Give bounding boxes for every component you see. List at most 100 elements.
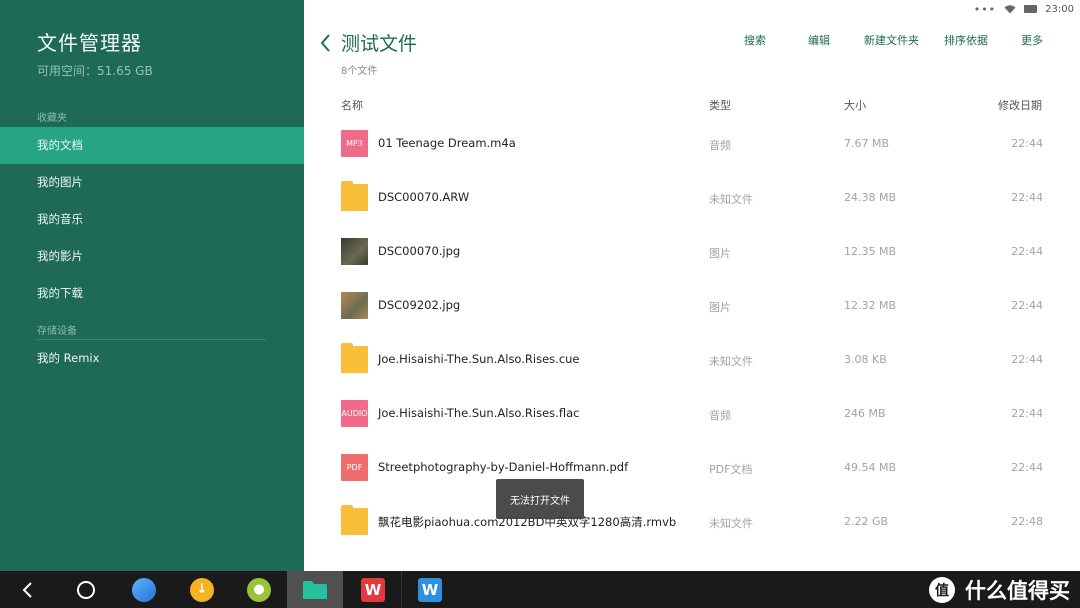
taskbar-app-browser[interactable]	[116, 571, 172, 608]
sidebar-item-movies[interactable]: 我的影片	[0, 238, 304, 275]
file-row[interactable]: 飘花电影piaohua.com2012BD中英双字1280高清.rmvb 未知文件…	[304, 495, 1080, 549]
file-size: 3.08 KB	[844, 353, 887, 366]
sort-button[interactable]: 排序依据	[944, 32, 988, 48]
storage-header: 存储设备	[37, 326, 77, 337]
back-arrow-icon	[22, 581, 32, 598]
audio-file-icon: AUDIO	[341, 400, 368, 427]
file-date: 22:44	[1011, 461, 1043, 474]
file-row[interactable]: PDF Streetphotography-by-Daniel-Hoffmann.…	[304, 441, 1080, 495]
taskbar-app-writer[interactable]: W	[402, 571, 458, 608]
sidebar-item-music[interactable]: 我的音乐	[0, 201, 304, 238]
back-button[interactable]	[318, 31, 334, 55]
file-name: Streetphotography-by-Daniel-Hoffmann.pdf	[378, 460, 629, 474]
sidebar-item-remix[interactable]: 我的 Remix	[0, 340, 304, 377]
column-header-modified[interactable]: 修改日期	[998, 97, 1042, 113]
file-type: 未知文件	[709, 517, 753, 530]
sidebar: 文件管理器 可用空间：51.65 GB 收藏夹 我的文档 我的图片 我的音乐 我…	[0, 0, 304, 571]
more-button[interactable]: 更多	[1021, 32, 1043, 48]
file-type: 音频	[709, 139, 731, 152]
file-type: 音频	[709, 409, 731, 422]
sidebar-item-label: 我的下载	[37, 286, 83, 300]
more-dots: •••	[973, 2, 997, 16]
file-list: MP3 01 Teenage Dream.m4a 音频 7.67 MB 22:44 DSC…	[304, 117, 1080, 571]
pdf-file-icon: PDF	[341, 454, 368, 481]
file-row[interactable]: DSC00070.jpg 图片 12.35 MB 22:44	[304, 225, 1080, 279]
new-folder-button[interactable]: 新建文件夹	[864, 32, 919, 48]
folder-icon	[341, 505, 368, 535]
sidebar-item-label: 我的音乐	[37, 212, 83, 226]
folder-icon	[303, 580, 327, 599]
file-size: 49.54 MB	[844, 461, 897, 474]
file-type: 未知文件	[709, 355, 753, 368]
battery-icon	[1024, 5, 1038, 13]
taskbar-app-file-manager[interactable]	[287, 571, 343, 608]
file-manager-window: 文件管理器 可用空间：51.65 GB 收藏夹 我的文档 我的图片 我的音乐 我…	[0, 0, 1080, 608]
taskbar-app-download[interactable]: ↓	[174, 571, 230, 608]
favorites-header: 收藏夹	[37, 113, 67, 124]
column-header-name[interactable]: 名称	[341, 97, 363, 113]
wps-icon: W	[361, 577, 385, 602]
file-count: 8个文件	[341, 66, 378, 77]
file-date: 22:44	[1011, 407, 1043, 420]
sidebar-item-pictures[interactable]: 我的图片	[0, 164, 304, 201]
file-name: 01 Teenage Dream.m4a	[378, 136, 516, 150]
sidebar-item-label: 我的 Remix	[37, 351, 100, 365]
search-app-icon: ●	[247, 577, 271, 602]
sidebar-item-downloads[interactable]: 我的下载	[0, 275, 304, 312]
file-type: 未知文件	[709, 193, 753, 206]
sidebar-item-documents[interactable]: 我的文档	[0, 127, 304, 164]
svg-text:值: 值	[935, 582, 949, 599]
file-date: 22:44	[1011, 299, 1043, 312]
audio-file-icon: MP3	[341, 130, 368, 157]
watermark-mark-icon: 值	[929, 576, 955, 603]
file-type: PDF文档	[709, 463, 753, 476]
folder-icon	[341, 343, 368, 373]
toast-message: 无法打开文件	[496, 479, 584, 519]
status-bar: ••• 23:00	[974, 1, 1074, 17]
search-button[interactable]: 搜索	[744, 32, 766, 48]
browser-icon	[132, 577, 156, 602]
file-name: Joe.Hisaishi-The.Sun.Also.Rises.cue	[378, 352, 580, 366]
file-name: DSC00070.jpg	[378, 244, 461, 258]
nav-home-button[interactable]	[58, 571, 114, 608]
file-date: 22:44	[1011, 137, 1043, 150]
file-size: 7.67 MB	[844, 137, 890, 150]
column-header-size[interactable]: 大小	[844, 97, 866, 113]
image-thumbnail-icon	[341, 238, 368, 265]
sidebar-item-label: 我的影片	[37, 249, 83, 263]
file-size: 24.38 MB	[844, 191, 897, 204]
download-icon: ↓	[190, 577, 214, 602]
file-size: 246 MB	[844, 407, 886, 420]
file-date: 22:44	[1011, 353, 1043, 366]
wifi-icon	[1004, 5, 1016, 14]
watermark-logo: 值 什么值得买	[927, 571, 1070, 608]
writer-icon: W	[418, 577, 442, 602]
taskbar: ↓ ● W W 值 什么值得买	[0, 571, 1080, 608]
page-title: 测试文件	[341, 33, 418, 55]
file-row[interactable]: AUDIO Joe.Hisaishi-The.Sun.Also.Rises.fla…	[304, 387, 1080, 441]
file-date: 22:48	[1011, 515, 1043, 528]
file-row[interactable]: DSC00070.ARW 未知文件 24.38 MB 22:44	[304, 171, 1080, 225]
folder-icon	[341, 181, 368, 211]
sidebar-item-label: 我的文档	[37, 138, 83, 152]
file-size: 2.22 GB	[844, 515, 889, 528]
app-title: 文件管理器	[37, 31, 142, 55]
file-size: 12.32 MB	[844, 299, 897, 312]
file-date: 22:44	[1011, 245, 1043, 258]
edit-button[interactable]: 编辑	[808, 32, 830, 48]
nav-back-button[interactable]	[0, 571, 56, 608]
file-row[interactable]: MP3 01 Teenage Dream.m4a 音频 7.67 MB 22:44	[304, 117, 1080, 171]
file-date: 22:44	[1011, 191, 1043, 204]
file-row[interactable]: Joe.Hisaishi-The.Sun.Also.Rises.cue 未知文件 3…	[304, 333, 1080, 387]
file-type: 图片	[709, 247, 731, 260]
free-space-label: 可用空间：51.65 GB	[37, 64, 153, 78]
file-type: 图片	[709, 301, 731, 314]
watermark-text: 什么值得买	[965, 578, 1070, 603]
taskbar-app-wps[interactable]: W	[345, 571, 402, 608]
file-name: Joe.Hisaishi-The.Sun.Also.Rises.flac	[378, 406, 580, 420]
file-name: DSC00070.ARW	[378, 190, 470, 204]
file-size: 12.35 MB	[844, 245, 897, 258]
taskbar-app-search[interactable]: ●	[231, 571, 287, 608]
column-header-type[interactable]: 类型	[709, 97, 731, 113]
file-row[interactable]: DSC09202.jpg 图片 12.32 MB 22:44	[304, 279, 1080, 333]
